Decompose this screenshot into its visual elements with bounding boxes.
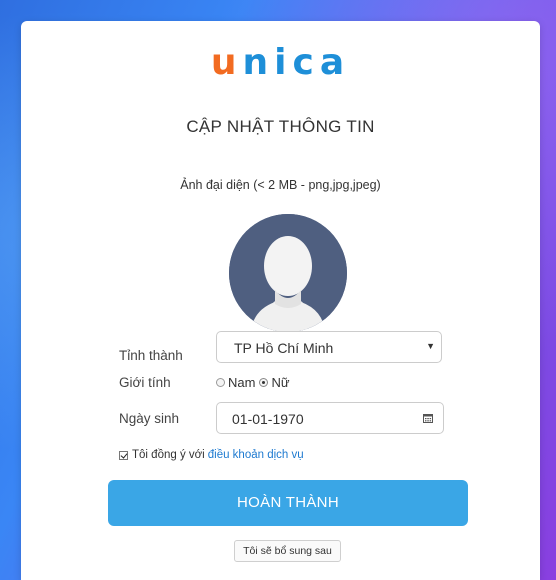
terms-link[interactable]: điều khoản dịch vụ	[208, 449, 304, 461]
gender-female-radio[interactable]	[259, 378, 269, 387]
terms-text: Tôi đồng ý với	[132, 449, 205, 461]
birthday-value: 01-01-1970	[232, 411, 304, 427]
province-label: Tỉnh thành	[119, 348, 183, 363]
province-select[interactable]: TP Hồ Chí Minh ▼	[216, 331, 442, 363]
gender-label: Giới tính	[119, 375, 171, 390]
logo-letters-nica: nica	[242, 42, 351, 83]
gender-female-label: Nữ	[271, 375, 290, 390]
birthday-input[interactable]: 01-01-1970	[216, 402, 444, 434]
birthday-label: Ngày sinh	[119, 411, 180, 426]
logo-letter-u: u	[210, 42, 243, 83]
chevron-down-icon: ▼	[426, 341, 435, 351]
avatar-label: Ảnh đại diện (< 2 MB - png,jpg,jpeg)	[180, 178, 381, 192]
page-title: CẬP NHẬT THÔNG TIN	[186, 117, 375, 136]
terms-agreement: Tôi đồng ý với điều khoản dịch vụ	[119, 449, 304, 461]
skip-later-button[interactable]: Tôi sẽ bổ sung sau	[234, 540, 341, 562]
avatar-upload[interactable]	[229, 214, 347, 332]
update-info-card: unica CẬP NHẬT THÔNG TIN Ảnh đại diện (<…	[21, 21, 540, 580]
calendar-icon[interactable]	[423, 413, 433, 423]
gender-radio-group: Nam Nữ	[216, 375, 294, 390]
province-value: TP Hồ Chí Minh	[234, 340, 334, 356]
complete-button[interactable]: HOÀN THÀNH	[108, 480, 468, 526]
gender-male-label: Nam	[228, 375, 256, 390]
gender-male-radio[interactable]	[216, 378, 225, 387]
default-user-avatar-icon	[229, 214, 347, 332]
terms-checkbox[interactable]	[119, 450, 128, 460]
unica-logo: unica	[21, 41, 540, 85]
